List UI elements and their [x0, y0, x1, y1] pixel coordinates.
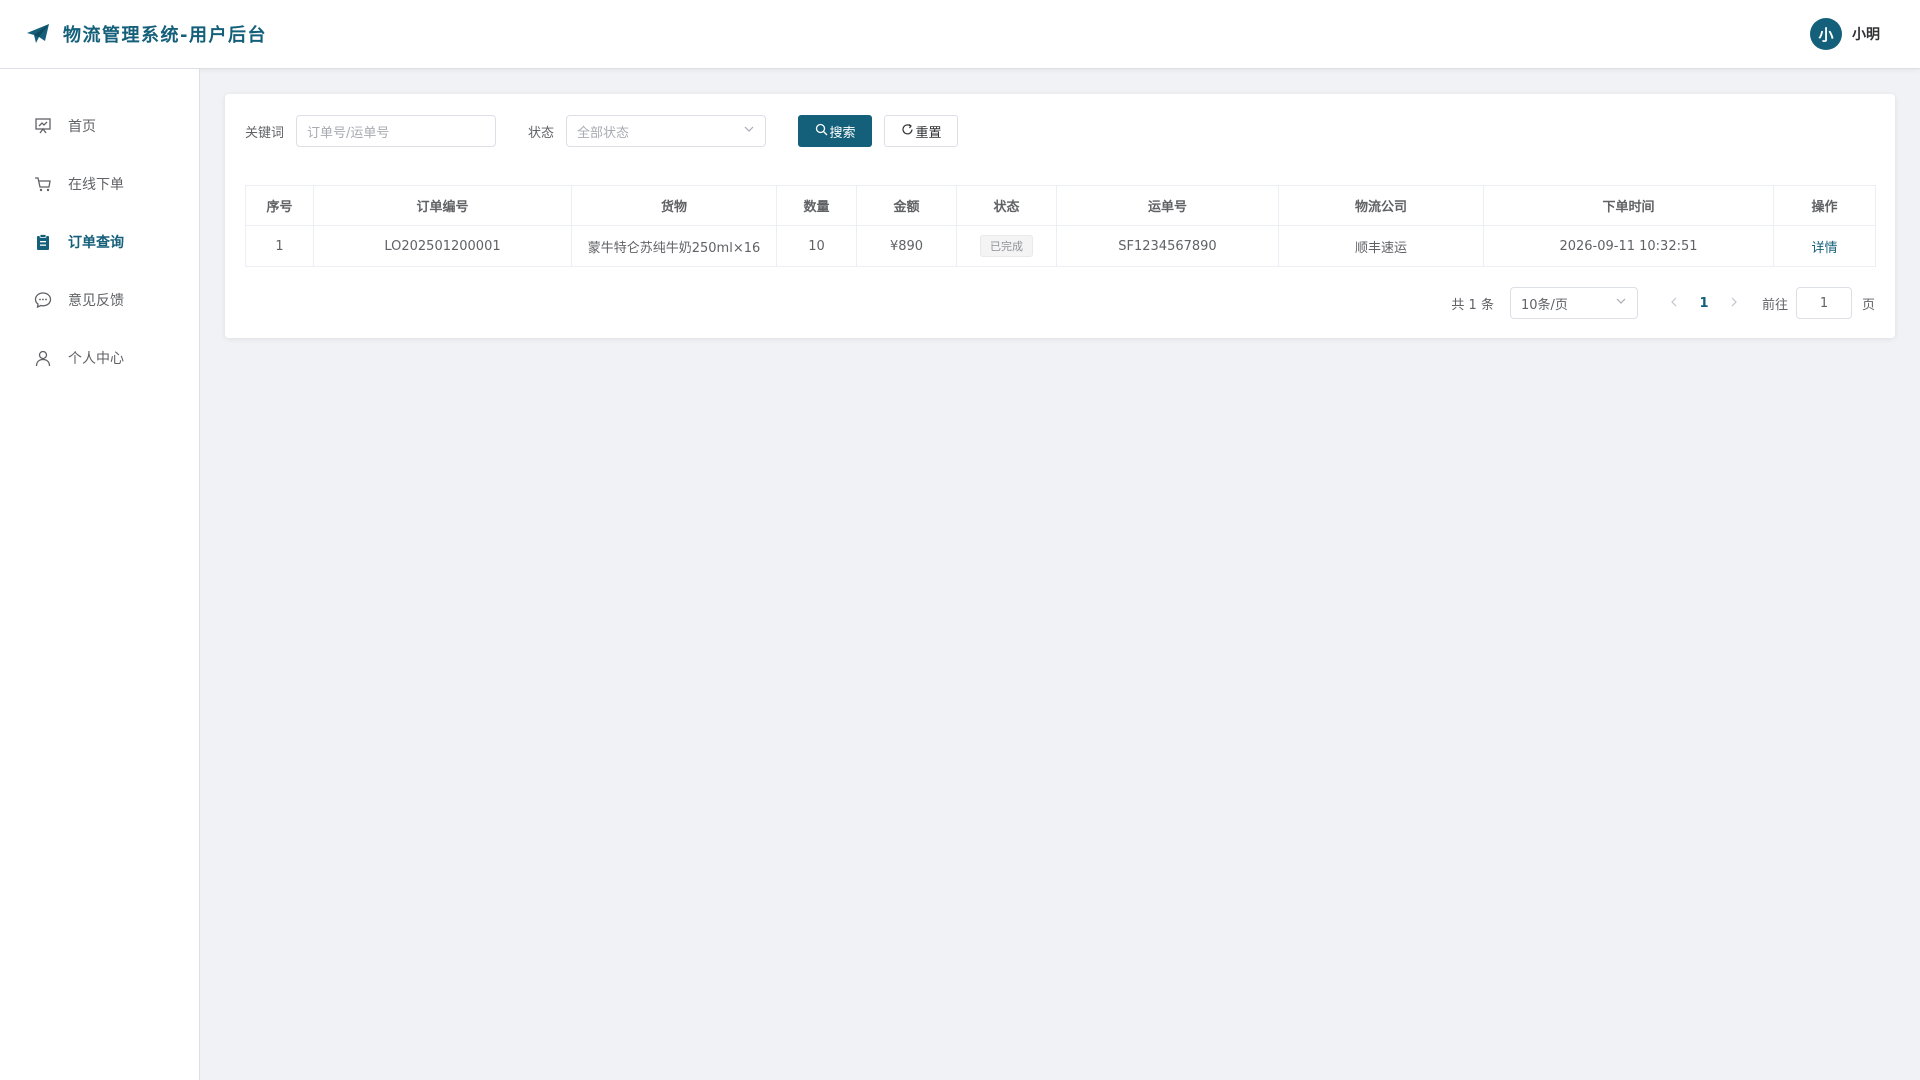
page-suffix: 页: [1861, 297, 1875, 313]
cell-waybill: SF1234567890: [1056, 225, 1279, 267]
top-header: 物流管理系统-用户后台 小 小明: [0, 0, 1920, 69]
column-header: 数量: [776, 185, 857, 226]
reset-button[interactable]: 重置: [884, 115, 959, 147]
avatar[interactable]: 小: [1810, 18, 1842, 50]
sidebar-item-label: 订单查询: [68, 235, 124, 251]
filter-bar: 关键词 订单号/运单号 状态 全部状态 搜索 重置: [245, 115, 959, 147]
table-row: 1 LO202501200001 蒙牛特仑苏纯牛奶250ml×16 10 ¥89…: [245, 225, 1876, 267]
cell-index: 1: [245, 225, 314, 267]
search-button-label: 搜索: [829, 125, 856, 141]
column-header: 订单编号: [313, 185, 572, 226]
cell-company: 顺丰速运: [1278, 225, 1484, 267]
sidebar-item-label: 个人中心: [68, 351, 124, 367]
column-header: 物流公司: [1278, 185, 1484, 226]
order-query-card: 关键词 订单号/运单号 状态 全部状态 搜索 重置 序号 订单编号 货物 数量 …: [225, 94, 1895, 338]
table-header-row: 序号 订单编号 货物 数量 金额 状态 运单号 物流公司 下单时间 操作: [245, 185, 1876, 226]
sidebar: 首页 在线下单 订单查询 意见反馈 个人中心: [0, 69, 200, 1080]
detail-link[interactable]: 详情: [1811, 241, 1837, 256]
sidebar-item-label: 意见反馈: [68, 293, 124, 309]
cell-order-no: LO202501200001: [313, 225, 572, 267]
column-header: 金额: [856, 185, 957, 226]
cell-status: 已完成: [956, 225, 1057, 267]
chevron-down-icon: [1615, 295, 1627, 311]
page-size-value: 10条/页: [1520, 297, 1568, 313]
sidebar-item-label: 在线下单: [68, 177, 124, 193]
column-header: 序号: [245, 185, 314, 226]
status-label: 状态: [528, 125, 555, 141]
clipboard-icon: [34, 233, 52, 251]
column-header: 货物: [571, 185, 777, 226]
sidebar-item-label: 首页: [68, 119, 96, 135]
keyword-placeholder: 订单号/运单号: [307, 125, 390, 141]
paper-plane-icon: [26, 22, 50, 46]
cell-quantity: 10: [776, 225, 857, 267]
column-header: 状态: [956, 185, 1057, 226]
sidebar-item-order-online[interactable]: 在线下单: [0, 155, 199, 213]
chevron-left-icon: [1671, 297, 1677, 307]
column-header: 运单号: [1056, 185, 1279, 226]
username[interactable]: 小明: [1852, 24, 1880, 44]
logo[interactable]: 物流管理系统-用户后台: [26, 21, 267, 47]
sidebar-item-feedback[interactable]: 意见反馈: [0, 271, 199, 329]
search-icon: [815, 123, 828, 140]
prev-page-button[interactable]: [1662, 295, 1686, 311]
status-badge: 已完成: [980, 235, 1033, 257]
total-count: 共 1 条: [1451, 297, 1494, 313]
pagination: 共 1 条 10条/页 1 前往 1 页: [1451, 287, 1875, 319]
sidebar-item-profile[interactable]: 个人中心: [0, 329, 199, 387]
cell-time: 2026-09-11 10:32:51: [1483, 225, 1774, 267]
user-icon: [34, 349, 52, 367]
next-page-button[interactable]: [1722, 295, 1746, 311]
dashboard-icon: [34, 117, 52, 135]
user-menu[interactable]: 小 小明: [1810, 18, 1880, 50]
reset-button-label: 重置: [915, 125, 942, 141]
order-table: 序号 订单编号 货物 数量 金额 状态 运单号 物流公司 下单时间 操作 1 L…: [245, 185, 1876, 267]
page-number-current[interactable]: 1: [1686, 296, 1722, 311]
cell-action: 详情: [1773, 225, 1876, 267]
sidebar-item-home[interactable]: 首页: [0, 97, 199, 155]
chevron-right-icon: [1731, 297, 1737, 307]
chevron-down-icon: [743, 123, 755, 139]
column-header: 下单时间: [1483, 185, 1774, 226]
cart-icon: [34, 175, 52, 193]
keyword-label: 关键词: [245, 125, 285, 141]
goto-page-input[interactable]: 1: [1795, 287, 1852, 319]
search-button[interactable]: 搜索: [798, 115, 873, 147]
cell-amount: ¥890: [856, 225, 957, 267]
goto-label: 前往: [1761, 297, 1788, 313]
column-header: 操作: [1773, 185, 1876, 226]
cell-goods: 蒙牛特仑苏纯牛奶250ml×16: [571, 225, 777, 267]
chat-icon: [34, 291, 52, 309]
refresh-icon: [901, 123, 914, 140]
goto-page-value: 1: [1819, 295, 1829, 311]
keyword-input[interactable]: 订单号/运单号: [296, 115, 497, 147]
status-select-value: 全部状态: [577, 125, 630, 141]
sidebar-item-order-query[interactable]: 订单查询: [0, 213, 199, 271]
app-title: 物流管理系统-用户后台: [63, 25, 267, 46]
status-select[interactable]: 全部状态: [566, 115, 767, 147]
page-size-select[interactable]: 10条/页: [1509, 287, 1638, 319]
